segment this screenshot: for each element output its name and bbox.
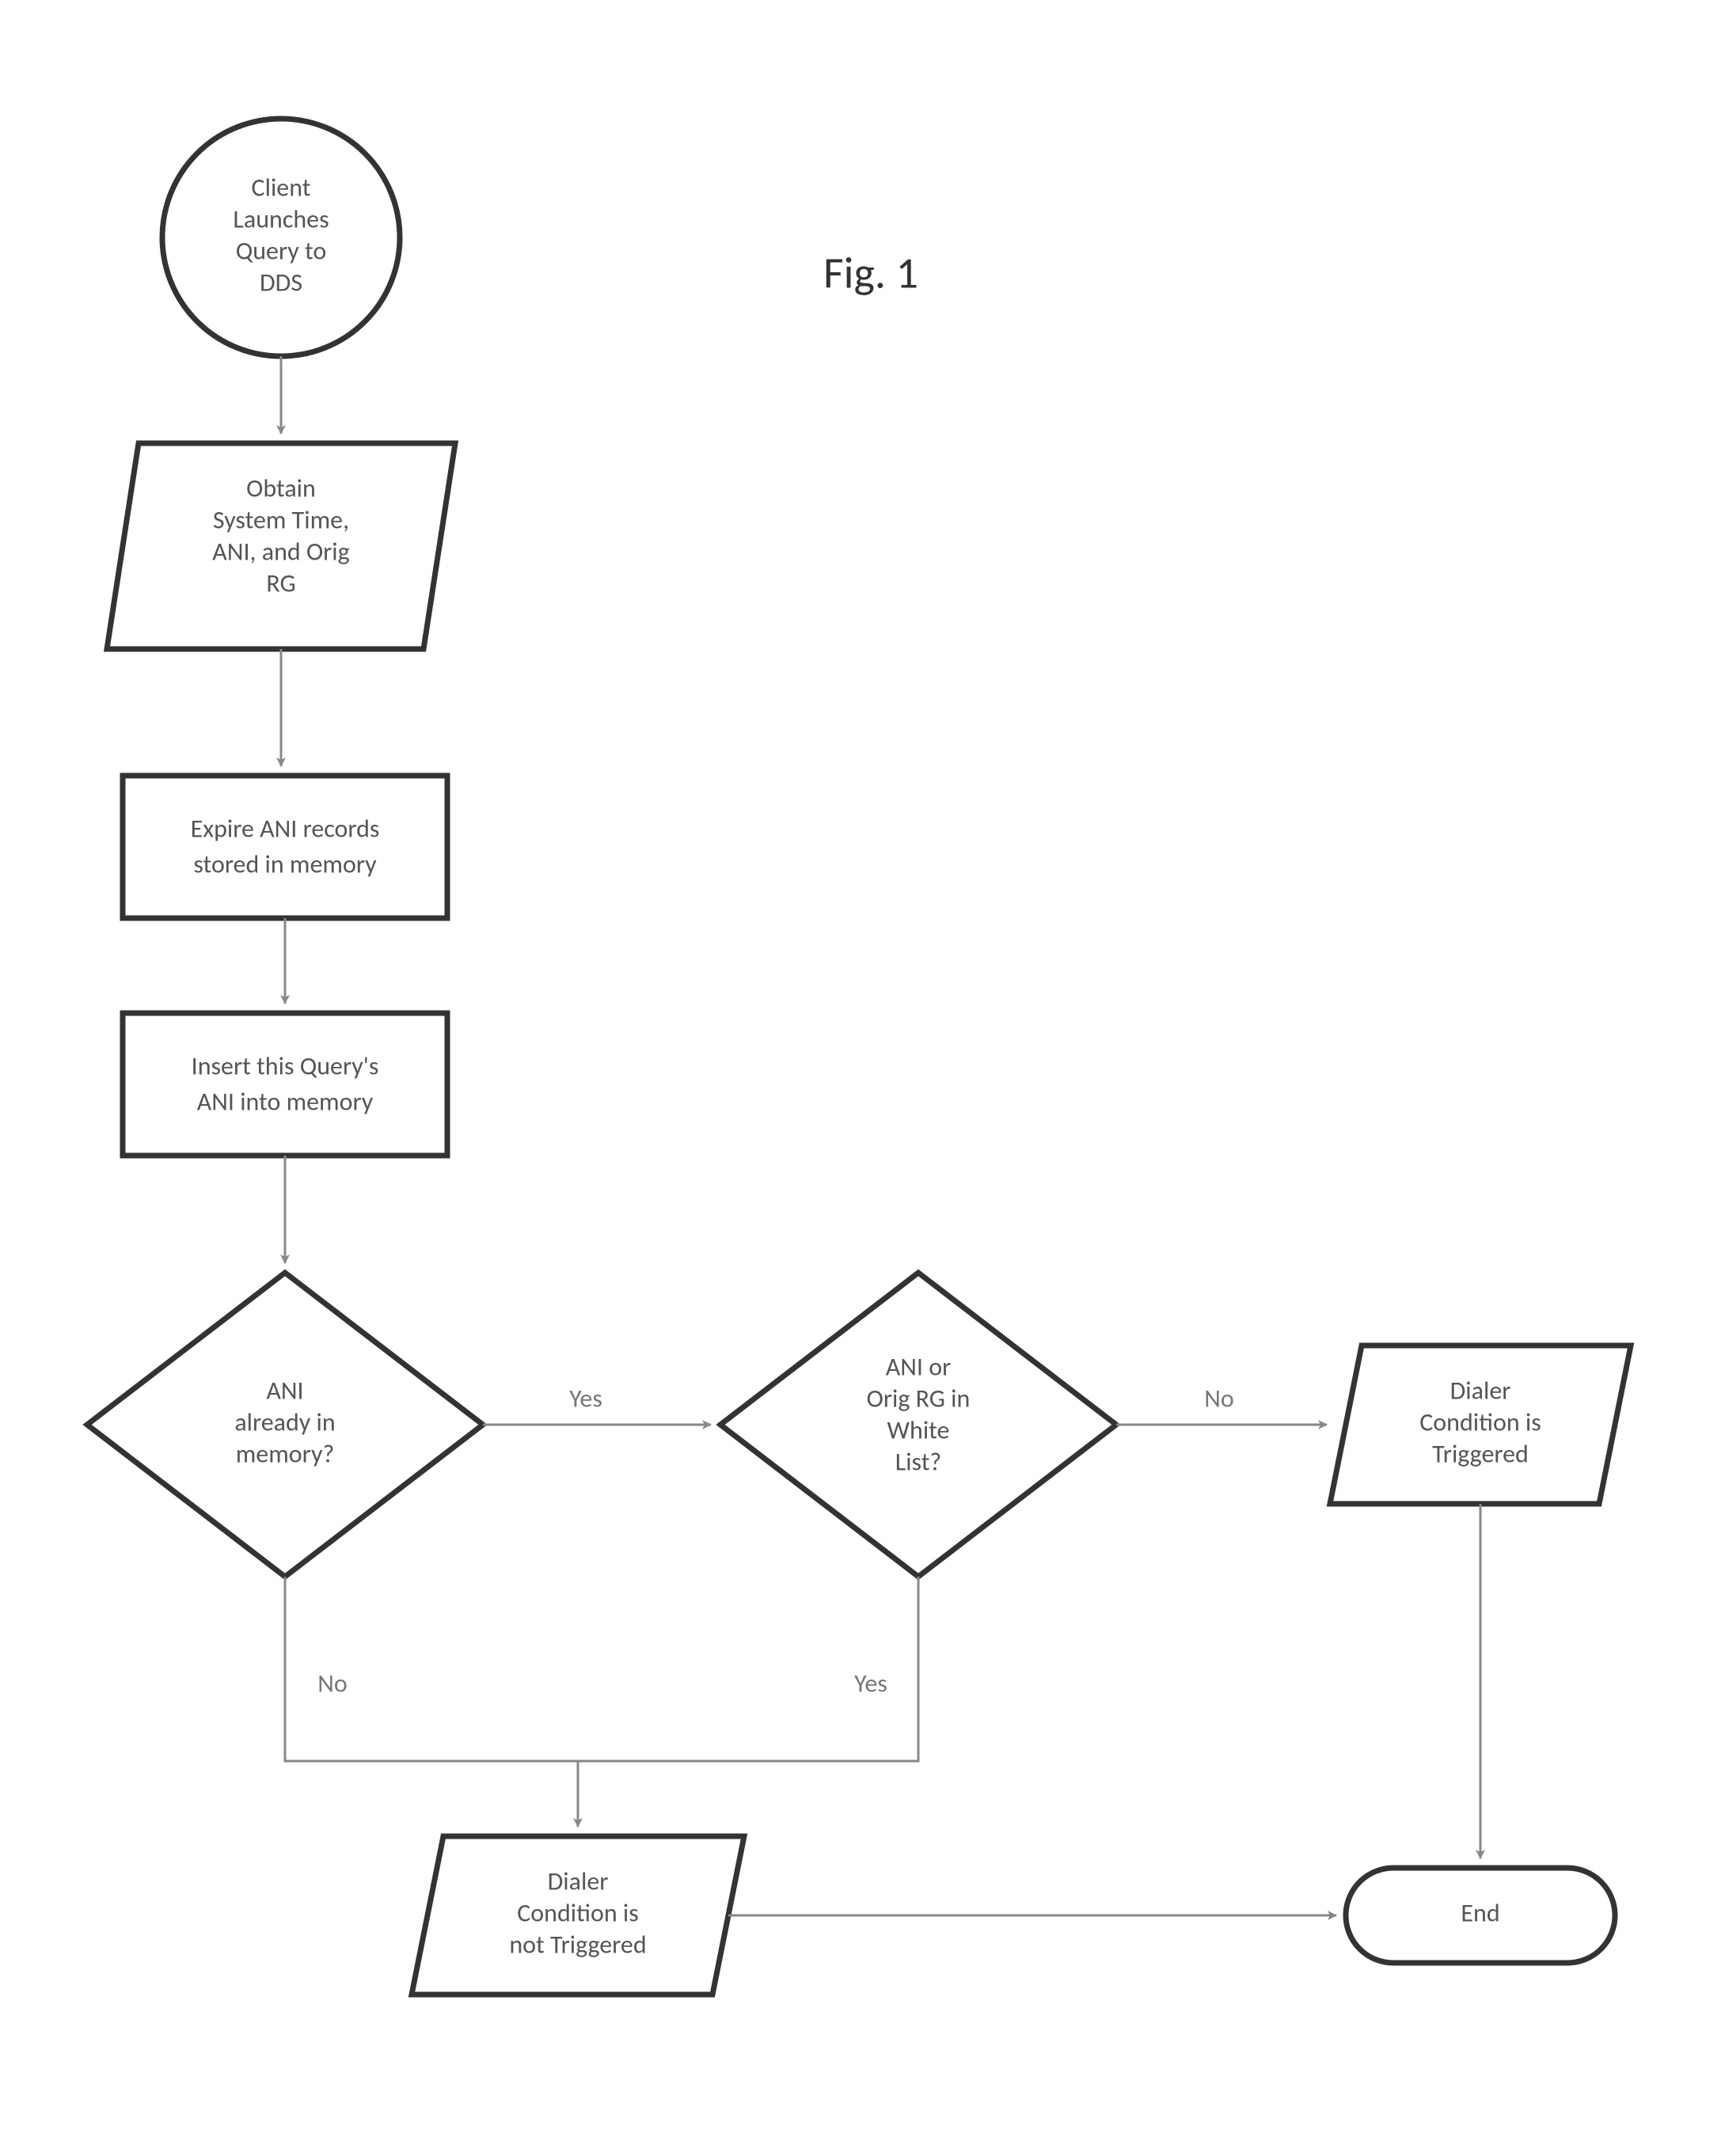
svg-text:ANI or: ANI or <box>886 1352 952 1383</box>
node-expire: Expire ANI records stored in memory <box>123 776 447 918</box>
svg-text:System Time,: System Time, <box>213 505 349 536</box>
svg-text:Query to: Query to <box>236 236 327 267</box>
label-dec2-yes: Yes <box>854 1668 887 1699</box>
node-decision-whitelist: ANI or Orig RG in White List? <box>720 1273 1116 1577</box>
svg-text:Dialer: Dialer <box>1450 1376 1511 1406</box>
label-dec2-no: No <box>1204 1384 1234 1414</box>
svg-text:ANI, and Orig: ANI, and Orig <box>212 537 349 567</box>
svg-text:Client: Client <box>252 173 311 203</box>
node-end: End <box>1346 1868 1615 1963</box>
edge-dec1-no <box>285 1577 578 1827</box>
svg-text:Obtain: Obtain <box>246 473 316 504</box>
svg-text:Insert this Query's: Insert this Query's <box>192 1051 379 1082</box>
svg-text:Triggered: Triggered <box>1432 1439 1529 1470</box>
svg-text:memory?: memory? <box>236 1439 335 1470</box>
svg-text:Expire ANI records: Expire ANI records <box>191 814 380 845</box>
svg-text:White: White <box>887 1415 950 1446</box>
svg-text:End: End <box>1461 1898 1499 1929</box>
svg-text:stored in memory: stored in memory <box>193 849 377 880</box>
label-dec1-no: No <box>317 1668 348 1699</box>
flowchart: Fig. 1 Client Launches Query to DDS Obta… <box>0 0 1725 2156</box>
svg-text:RG: RG <box>266 568 295 599</box>
svg-text:Condition is: Condition is <box>517 1898 639 1929</box>
svg-text:Dialer: Dialer <box>548 1866 609 1897</box>
svg-text:ANI: ANI <box>266 1376 303 1406</box>
node-start: Client Launches Query to DDS <box>162 119 400 356</box>
node-obtain: Obtain System Time, ANI, and Orig RG <box>107 443 455 649</box>
node-decision-memory: ANI already in memory? <box>87 1273 483 1577</box>
svg-text:already in: already in <box>234 1407 335 1438</box>
svg-text:DDS: DDS <box>260 268 302 298</box>
svg-text:Launches: Launches <box>233 204 329 235</box>
svg-text:not Triggered: not Triggered <box>509 1930 646 1961</box>
figure-title: Fig. 1 <box>823 246 918 300</box>
svg-text:Condition is: Condition is <box>1419 1407 1541 1438</box>
label-dec1-yes: Yes <box>569 1384 602 1414</box>
svg-text:List?: List? <box>895 1447 942 1478</box>
node-insert: Insert this Query's ANI into memory <box>123 1013 447 1156</box>
svg-text:Orig RG in: Orig RG in <box>867 1384 971 1414</box>
node-triggered: Dialer Condition is Triggered <box>1330 1346 1631 1504</box>
node-not-triggered: Dialer Condition is not Triggered <box>412 1836 744 1995</box>
svg-text:ANI into memory: ANI into memory <box>197 1087 374 1118</box>
